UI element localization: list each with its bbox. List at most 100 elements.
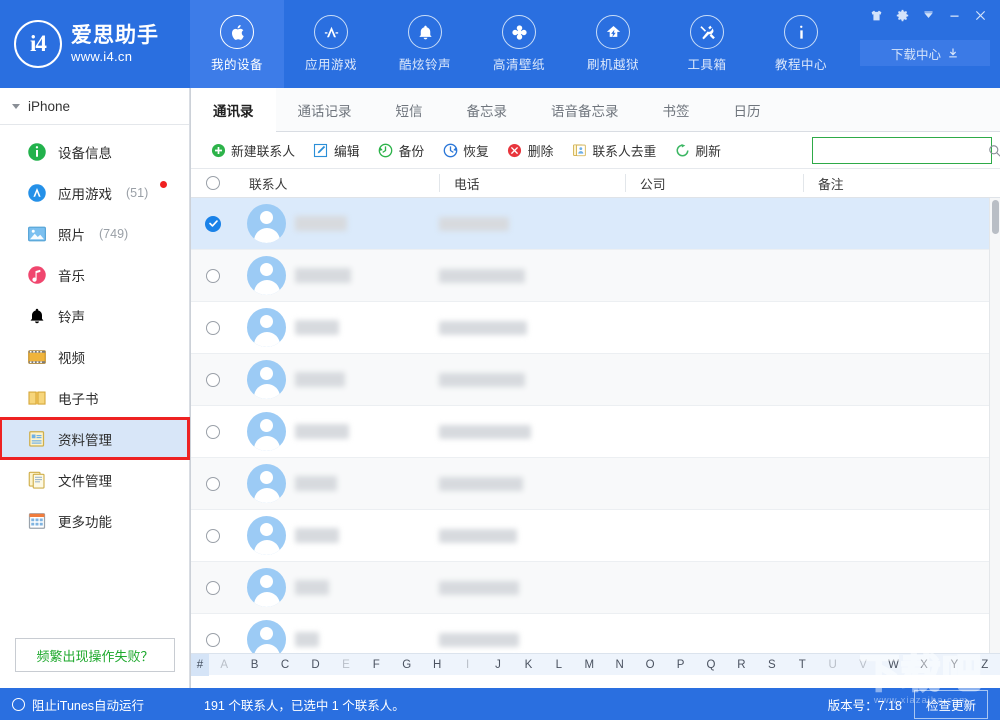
vertical-scrollbar[interactable]	[989, 198, 1000, 653]
alpha-key-D[interactable]: D	[300, 659, 330, 671]
select-all-checkbox[interactable]	[206, 176, 220, 190]
table-row[interactable]	[191, 562, 1000, 614]
scrollbar-thumb[interactable]	[992, 200, 999, 234]
nav-item-3[interactable]: 酷炫铃声	[378, 0, 472, 88]
row-checkbox[interactable]	[206, 373, 220, 387]
alpha-key-M[interactable]: M	[574, 659, 604, 671]
column-header-company[interactable]: 公司	[625, 174, 803, 192]
alpha-key-J[interactable]: J	[483, 659, 513, 671]
table-row[interactable]	[191, 302, 1000, 354]
tab-6[interactable]: 书签	[641, 88, 712, 131]
alpha-key-K[interactable]: K	[513, 659, 543, 671]
alpha-key-B[interactable]: B	[239, 659, 269, 671]
alpha-key-F[interactable]: F	[361, 659, 391, 671]
alpha-key-G[interactable]: G	[392, 659, 422, 671]
skin-icon[interactable]	[864, 4, 888, 26]
sidebar-item-2[interactable]: 应用游戏(51)	[0, 172, 189, 213]
alpha-key-C[interactable]: C	[270, 659, 300, 671]
nav-item-5[interactable]: 刷机越狱	[566, 0, 660, 88]
table-row[interactable]	[191, 406, 1000, 458]
tab-3[interactable]: 短信	[374, 88, 445, 131]
sidebar-item-4[interactable]: 音乐	[0, 254, 189, 295]
table-row[interactable]	[191, 250, 1000, 302]
sidebar-item-10[interactable]: 更多功能	[0, 500, 189, 541]
row-checkbox[interactable]	[206, 581, 220, 595]
sidebar-item-6[interactable]: 视频	[0, 336, 189, 377]
alpha-key-O[interactable]: O	[635, 659, 665, 671]
alpha-key-P[interactable]: P	[665, 659, 695, 671]
chevron-down-icon[interactable]	[916, 4, 940, 26]
sidebar-item-8[interactable]: 资料管理	[0, 418, 189, 459]
nav-item-1[interactable]: 我的设备	[190, 0, 284, 88]
toolbar-button-2[interactable]: 编辑	[304, 136, 369, 164]
cell-phone	[439, 217, 625, 231]
alpha-key-V[interactable]: V	[848, 659, 878, 671]
alpha-key-#[interactable]: #	[191, 654, 209, 676]
sidebar-item-7[interactable]: 电子书	[0, 377, 189, 418]
nav-item-4[interactable]: 高清壁纸	[472, 0, 566, 88]
table-row[interactable]	[191, 354, 1000, 406]
tab-4[interactable]: 备忘录	[445, 88, 530, 131]
table-row[interactable]	[191, 458, 1000, 510]
toolbar-button-7[interactable]: 刷新	[665, 136, 730, 164]
info-circle-icon	[26, 141, 47, 162]
alpha-key-L[interactable]: L	[544, 659, 574, 671]
nav-item-6[interactable]: 工具箱	[660, 0, 754, 88]
alpha-key-Z[interactable]: Z	[970, 659, 1000, 671]
alpha-key-T[interactable]: T	[787, 659, 817, 671]
alpha-key-Q[interactable]: Q	[696, 659, 726, 671]
column-header-note[interactable]: 备注	[803, 174, 1000, 192]
minimize-icon[interactable]	[942, 4, 966, 26]
alpha-key-S[interactable]: S	[757, 659, 787, 671]
alpha-key-E[interactable]: E	[331, 659, 361, 671]
column-header-phone[interactable]: 电话	[439, 174, 625, 192]
toolbar-button-3[interactable]: 备份	[369, 136, 434, 164]
row-checkbox[interactable]	[206, 529, 220, 543]
alpha-key-A[interactable]: A	[209, 659, 239, 671]
sidebar-item-5[interactable]: 铃声	[0, 295, 189, 336]
row-checkbox[interactable]	[206, 633, 220, 647]
toolbar-button-6[interactable]: 联系人去重	[562, 136, 665, 164]
alpha-key-X[interactable]: X	[909, 659, 939, 671]
device-header[interactable]: iPhone	[0, 88, 189, 125]
sidebar-item-9[interactable]: 文件管理	[0, 459, 189, 500]
notification-dot	[160, 181, 167, 188]
alpha-key-R[interactable]: R	[726, 659, 756, 671]
alpha-key-Y[interactable]: Y	[939, 659, 969, 671]
tab-5[interactable]: 语音备忘录	[529, 88, 641, 131]
toolbar-button-4[interactable]: 恢复	[433, 136, 498, 164]
settings-icon[interactable]	[890, 4, 914, 26]
search-icon[interactable]	[988, 144, 1000, 158]
row-checkbox-checked[interactable]	[205, 216, 221, 232]
table-row[interactable]	[191, 614, 1000, 653]
column-header-name[interactable]: 联系人	[235, 174, 439, 192]
alpha-key-N[interactable]: N	[604, 659, 634, 671]
alpha-key-W[interactable]: W	[878, 659, 908, 671]
alpha-key-U[interactable]: U	[817, 659, 847, 671]
sidebar-item-1[interactable]: 设备信息	[0, 131, 189, 172]
row-checkbox[interactable]	[206, 269, 220, 283]
download-center-button[interactable]: 下载中心	[860, 40, 990, 66]
table-row[interactable]	[191, 510, 1000, 562]
row-checkbox[interactable]	[206, 321, 220, 335]
table-row[interactable]	[191, 198, 1000, 250]
row-checkbox[interactable]	[206, 477, 220, 491]
help-link-button[interactable]: 频繁出现操作失败？	[15, 638, 175, 672]
search-box[interactable]	[812, 137, 992, 164]
close-icon[interactable]	[968, 4, 992, 26]
alpha-key-I[interactable]: I	[452, 659, 482, 671]
nav-item-2[interactable]: 应用游戏	[284, 0, 378, 88]
row-checkbox[interactable]	[206, 425, 220, 439]
sidebar-item-3[interactable]: 照片(749)	[0, 213, 189, 254]
toolbar-button-5[interactable]: 删除	[498, 136, 563, 164]
alpha-key-H[interactable]: H	[422, 659, 452, 671]
nav-item-7[interactable]: 教程中心	[754, 0, 848, 88]
toolbar-button-1[interactable]: 新建联系人	[201, 136, 304, 164]
search-input[interactable]	[813, 144, 988, 158]
chevron-down-icon	[12, 104, 20, 109]
tab-2[interactable]: 通话记录	[276, 88, 374, 131]
tab-1[interactable]: 通讯录	[191, 88, 276, 132]
check-update-button[interactable]: 检查更新	[914, 690, 988, 719]
tab-7[interactable]: 日历	[712, 88, 783, 131]
block-itunes-toggle[interactable]: 阻止iTunes自动运行	[0, 688, 190, 720]
